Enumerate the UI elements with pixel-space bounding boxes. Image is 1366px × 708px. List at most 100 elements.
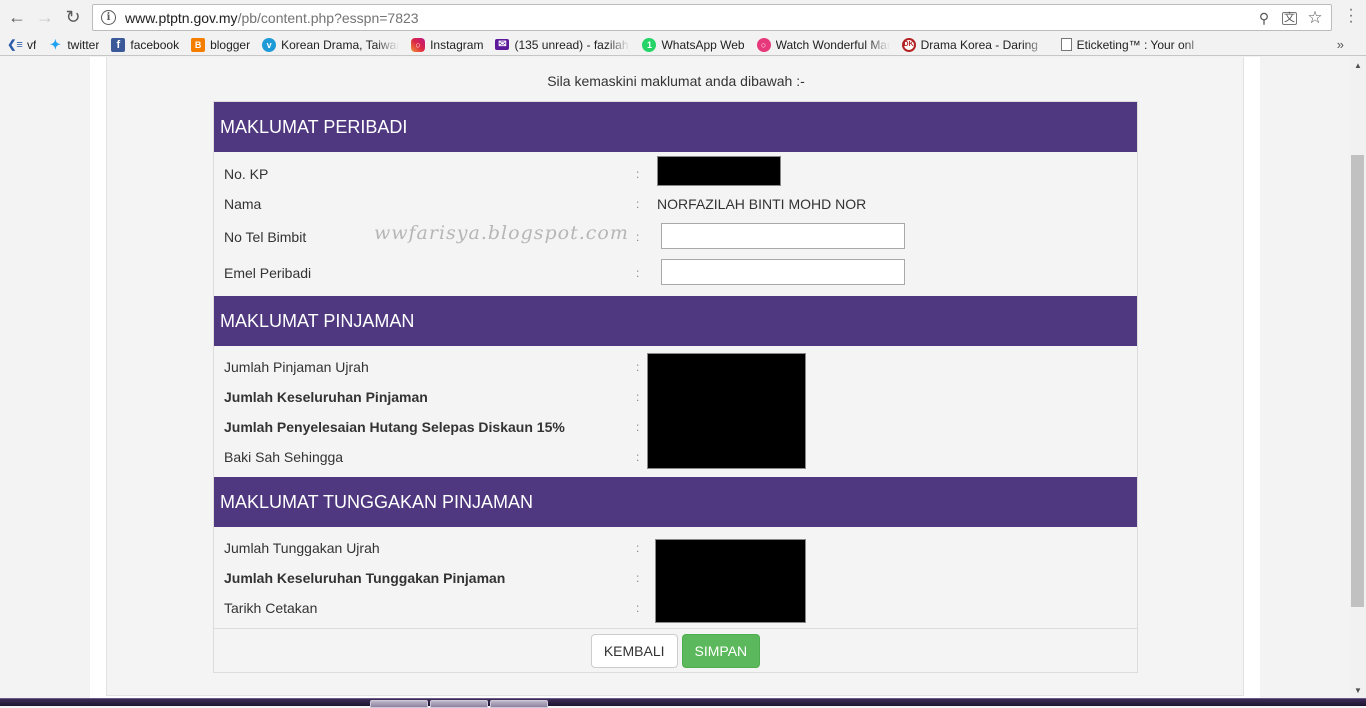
section-header-pinjaman: MAKLUMAT PINJAMAN (214, 296, 1137, 346)
scrollbar-thumb[interactable] (1351, 155, 1364, 607)
bookmark-label: Watch Wonderful Mar (775, 37, 890, 52)
blogger-icon: B (191, 37, 206, 52)
colon: : (636, 541, 640, 555)
viki-icon: v (262, 37, 277, 52)
bookmark-instagram[interactable]: ○ Instagram (411, 37, 484, 52)
colon: : (636, 266, 640, 280)
colon: : (636, 601, 640, 615)
section-header-tunggakan: MAKLUMAT TUNGGAKAN PINJAMAN (214, 477, 1137, 527)
info-icon[interactable]: i (101, 10, 116, 25)
bookmark-label: twitter (67, 37, 100, 52)
redacted-pinjaman-values (647, 353, 806, 469)
back-button[interactable]: ← (6, 6, 28, 28)
instagram-icon: ○ (411, 37, 426, 52)
arrow-right-icon: → (36, 6, 54, 27)
bookmark-watch-wonderful[interactable]: ○ Watch Wonderful Mar (756, 37, 890, 52)
page-icon (1060, 38, 1072, 51)
bookmark-whatsapp[interactable]: 1 WhatsApp Web (642, 37, 745, 52)
more-bookmarks-button[interactable]: » (1337, 37, 1344, 52)
label-tarikh-cetakan: Tarikh Cetakan (224, 600, 318, 616)
colon: : (636, 230, 640, 244)
browser-toolbar: ← → ↻ i www.ptptn.gov.my/pb/content.php?… (0, 0, 1366, 34)
menu-dots-icon[interactable]: · · · (1348, 2, 1354, 30)
scroll-up-arrow-icon[interactable]: ▲ (1350, 57, 1366, 73)
bookmark-label: facebook (130, 37, 180, 52)
redacted-tunggakan-values (655, 539, 806, 623)
bookmark-drama-korea[interactable]: DK Drama Korea - Daring (901, 37, 1049, 52)
section-pinjaman: Jumlah Pinjaman Ujrah : Jumlah Keseluruh… (214, 346, 1137, 477)
whatsapp-icon: 1 (642, 37, 657, 52)
label-jumlah-pinjaman-ujrah: Jumlah Pinjaman Ujrah (224, 359, 369, 375)
vertical-scrollbar[interactable]: ▲ ▼ (1350, 57, 1366, 698)
label-tel-bimbit: No Tel Bimbit (224, 229, 307, 245)
star-icon[interactable]: ☆ (1307, 8, 1323, 28)
address-bar[interactable]: i www.ptptn.gov.my/pb/content.php?esspn=… (92, 4, 1332, 31)
bookmark-label: Instagram (430, 37, 484, 52)
bookmark-vf[interactable]: ❮≡ vf (7, 37, 37, 52)
bookmark-korean-drama[interactable]: v Korean Drama, Taiwan (262, 37, 400, 52)
bookmark-blogger[interactable]: B blogger (191, 37, 251, 52)
url-text[interactable]: www.ptptn.gov.my/pb/content.php?esspn=78… (125, 10, 419, 26)
emel-input[interactable] (661, 259, 905, 285)
taskbar-app-button[interactable] (490, 700, 548, 708)
facebook-icon: f (111, 37, 126, 52)
reload-button[interactable]: ↻ (62, 6, 84, 28)
simpan-button[interactable]: SIMPAN (681, 633, 761, 668)
colon: : (636, 420, 640, 434)
twitter-icon: ✦ (49, 36, 61, 52)
label-jumlah-tunggakan-ujrah: Jumlah Tunggakan Ujrah (224, 540, 380, 556)
vf-icon: ❮≡ (7, 39, 23, 51)
bookmark-label: Drama Korea - Daring (920, 37, 1038, 52)
label-no-kp: No. KP (224, 166, 269, 182)
reload-icon: ↻ (65, 6, 81, 27)
key-icon[interactable]: ⚲ (1256, 10, 1272, 27)
taskbar-app-button[interactable] (430, 700, 488, 708)
intro-text: Sila kemaskini maklumat anda dibawah :- (547, 73, 805, 89)
scroll-down-arrow-icon[interactable]: ▼ (1350, 682, 1366, 698)
bookmark-label: blogger (210, 37, 251, 52)
bookmarks-bar: ❮≡ vf ✦ twitter f facebook B blogger v K… (0, 34, 1366, 56)
label-nama: Nama (224, 196, 262, 212)
kembali-button[interactable]: KEMBALI (590, 633, 678, 668)
bookmark-twitter[interactable]: ✦ twitter (48, 36, 100, 52)
taskbar-app-button[interactable] (370, 700, 428, 708)
bookmark-label: Korean Drama, Taiwan (281, 37, 400, 52)
update-form: MAKLUMAT PERIBADI No. KP : Nama : NORFAZ… (213, 101, 1138, 673)
bookmark-label: vf (27, 37, 37, 52)
colon: : (636, 360, 640, 374)
arrow-left-icon: ← (8, 6, 26, 27)
redacted-no-kp (657, 156, 781, 186)
form-actions: KEMBALI SIMPAN (214, 628, 1137, 672)
colon: : (636, 167, 640, 181)
label-baki-sah: Baki Sah Sehingga (224, 449, 344, 465)
bookmark-eticketing[interactable]: Eticketing™ : Your onl (1060, 38, 1209, 52)
watch-icon: ○ (756, 37, 771, 52)
bookmark-label: (135 unread) - fazilah_ (514, 37, 631, 52)
label-jumlah-keseluruhan-tunggakan: Jumlah Keseluruhan Tunggakan Pinjaman (224, 570, 506, 586)
value-nama: NORFAZILAH BINTI MOHD NOR (657, 196, 867, 212)
bookmark-facebook[interactable]: f facebook (111, 37, 180, 52)
colon: : (636, 450, 640, 464)
section-peribadi: No. KP : Nama : NORFAZILAH BINTI MOHD NO… (214, 152, 1137, 296)
os-taskbar (0, 698, 1366, 708)
tel-bimbit-input[interactable] (661, 223, 905, 249)
content-panel: Sila kemaskini maklumat anda dibawah :- … (106, 57, 1244, 696)
colon: : (636, 390, 640, 404)
mail-icon: ✉ (495, 39, 510, 50)
bookmark-label: WhatsApp Web (661, 37, 745, 52)
page-viewport: Sila kemaskini maklumat anda dibawah :- … (0, 57, 1350, 698)
url-path: /pb/content.php?esspn=7823 (237, 9, 419, 26)
colon: : (636, 571, 640, 585)
label-jumlah-penyelesaian: Jumlah Penyelesaian Hutang Selepas Diska… (224, 419, 565, 435)
section-tunggakan: Jumlah Tunggakan Ujrah : Jumlah Keseluru… (214, 527, 1137, 628)
url-host: www.ptptn.gov.my (125, 9, 238, 26)
drama-korea-icon: DK (901, 37, 916, 52)
label-jumlah-keseluruhan-pinjaman: Jumlah Keseluruhan Pinjaman (224, 389, 428, 405)
translate-icon[interactable]: 文 (1282, 11, 1297, 25)
colon: : (636, 197, 640, 211)
bookmark-mail[interactable]: ✉ (135 unread) - fazilah_ (495, 38, 630, 52)
section-header-peribadi: MAKLUMAT PERIBADI (214, 102, 1137, 152)
label-emel: Emel Peribadi (224, 265, 312, 281)
forward-button[interactable]: → (34, 6, 56, 28)
watermark-text: wwfarisya.blogspot.com (374, 222, 629, 244)
